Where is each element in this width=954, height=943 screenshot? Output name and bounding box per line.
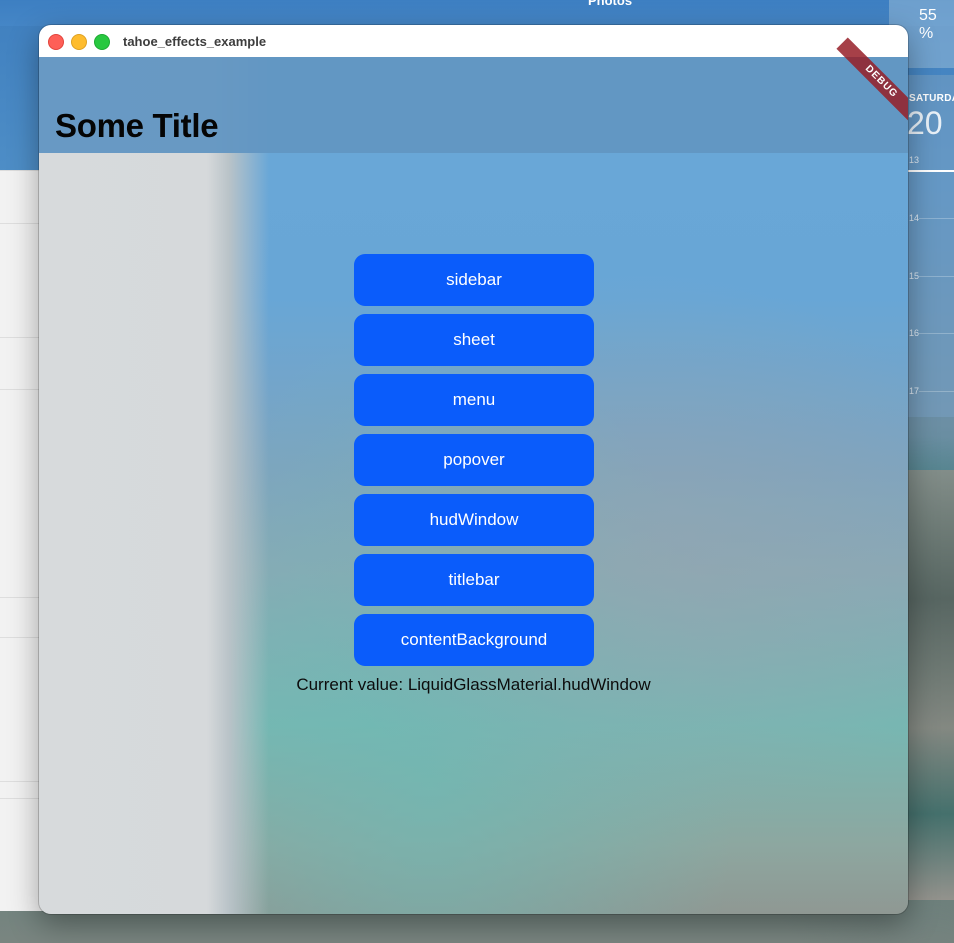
- calendar-hour: 14: [909, 213, 920, 223]
- calendar-hour-line: [919, 391, 954, 392]
- window-titlebar[interactable]: tahoe_effects_example: [39, 25, 908, 58]
- current-value-text: Current value: LiquidGlassMaterial.hudWi…: [296, 675, 651, 694]
- page-title: Some Title: [55, 107, 219, 144]
- hud-window-button[interactable]: hudWindow: [354, 494, 594, 546]
- calendar-hour: 13: [909, 155, 920, 165]
- calendar-hour-line: [919, 218, 954, 219]
- minimize-window-button[interactable]: [71, 34, 87, 50]
- desktop-wallpaper-rocks: [905, 470, 954, 900]
- close-window-button[interactable]: [48, 34, 64, 50]
- calendar-day: SATURDAY: [909, 93, 954, 104]
- desktop-photos-label: Photos: [588, 0, 633, 8]
- material-button-list: sidebar sheet menu popover hudWindow tit…: [354, 254, 594, 674]
- calendar-hour-line: [919, 276, 954, 277]
- titlebar-button[interactable]: titlebar: [354, 554, 594, 606]
- menu-button[interactable]: menu: [354, 374, 594, 426]
- app-window: tahoe_effects_example Some Title DEBUG s…: [39, 25, 908, 914]
- sheet-button[interactable]: sheet: [354, 314, 594, 366]
- calendar-date: 20: [907, 105, 943, 141]
- calendar-hour: 17: [909, 386, 920, 396]
- battery-percentage: 55 %: [919, 7, 937, 42]
- calendar-current-time-line: [907, 170, 954, 172]
- content-background-button[interactable]: contentBackground: [354, 614, 594, 666]
- window-title: tahoe_effects_example: [123, 34, 267, 49]
- window-content: Some Title DEBUG sidebar sheet menu popo…: [39, 37, 908, 914]
- calendar-hour-line: [919, 333, 954, 334]
- desktop-menubar-area: [0, 0, 954, 26]
- calendar-hour: 15: [909, 271, 920, 281]
- app-bar: Some Title: [39, 57, 908, 153]
- zoom-window-button[interactable]: [94, 34, 110, 50]
- calendar-hour: 16: [909, 328, 920, 338]
- popover-button[interactable]: popover: [354, 434, 594, 486]
- sidebar-button[interactable]: sidebar: [354, 254, 594, 306]
